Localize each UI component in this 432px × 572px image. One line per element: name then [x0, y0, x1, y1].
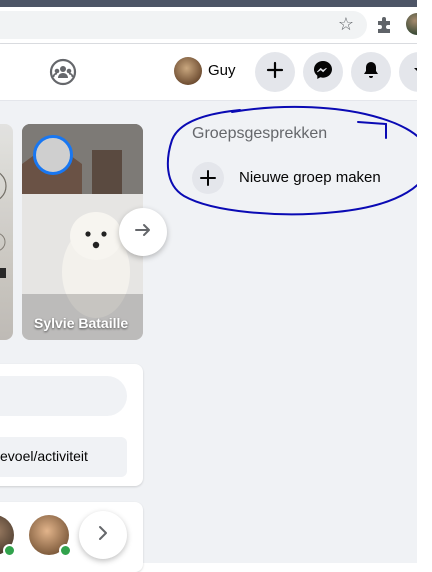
- plus-icon: [265, 60, 285, 85]
- new-group-label: Nieuwe groep maken: [239, 169, 381, 186]
- avatar: [174, 57, 202, 85]
- puzzle-icon[interactable]: [374, 13, 396, 35]
- feeling-activity-label: evoel/activiteit: [0, 448, 88, 464]
- rooms-next-button[interactable]: [79, 511, 127, 559]
- browser-titlebar: [0, 0, 417, 7]
- address-bar[interactable]: [0, 11, 367, 39]
- create-button[interactable]: [255, 52, 295, 92]
- arrow-right-icon: [133, 220, 153, 245]
- group-chats-heading: Groepsgesprekken: [192, 125, 328, 142]
- online-indicator: [59, 544, 72, 557]
- plus-icon: [192, 162, 224, 194]
- online-indicator: [3, 544, 16, 557]
- messenger-icon: [312, 59, 334, 86]
- groups-icon[interactable]: [48, 57, 78, 87]
- post-input[interactable]: [0, 376, 127, 416]
- bell-icon: [361, 60, 381, 85]
- story-author-name: Sylvie Bataille: [34, 315, 129, 331]
- story-card-partial[interactable]: [0, 124, 13, 340]
- story-avatar: [33, 135, 73, 175]
- scrollbar-gutter: [417, 0, 432, 563]
- star-icon[interactable]: ☆: [335, 13, 357, 35]
- messenger-button[interactable]: [303, 52, 343, 92]
- user-name[interactable]: Guy: [208, 62, 236, 79]
- stories-next-button[interactable]: [119, 208, 167, 256]
- notifications-button[interactable]: [351, 52, 391, 92]
- chevron-right-icon: [94, 524, 112, 547]
